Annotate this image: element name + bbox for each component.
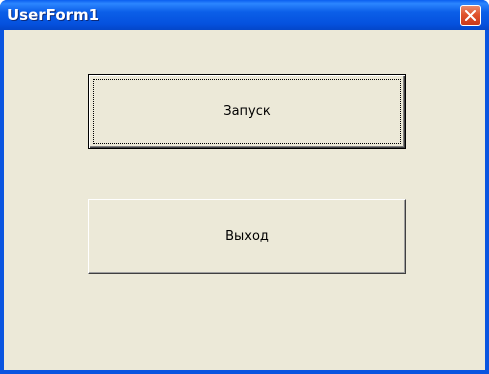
form-client-area: Запуск Выход xyxy=(4,30,485,370)
close-button[interactable] xyxy=(460,5,481,26)
exit-button-label: Выход xyxy=(225,229,269,244)
start-button[interactable]: Запуск xyxy=(88,74,406,149)
exit-button[interactable]: Выход xyxy=(88,199,406,274)
title-bar[interactable]: UserForm1 xyxy=(0,0,489,30)
start-button-label: Запуск xyxy=(223,104,271,119)
window-title: UserForm1 xyxy=(7,6,100,24)
close-icon xyxy=(465,10,476,21)
userform-window: UserForm1 Запуск Выход xyxy=(0,0,489,374)
